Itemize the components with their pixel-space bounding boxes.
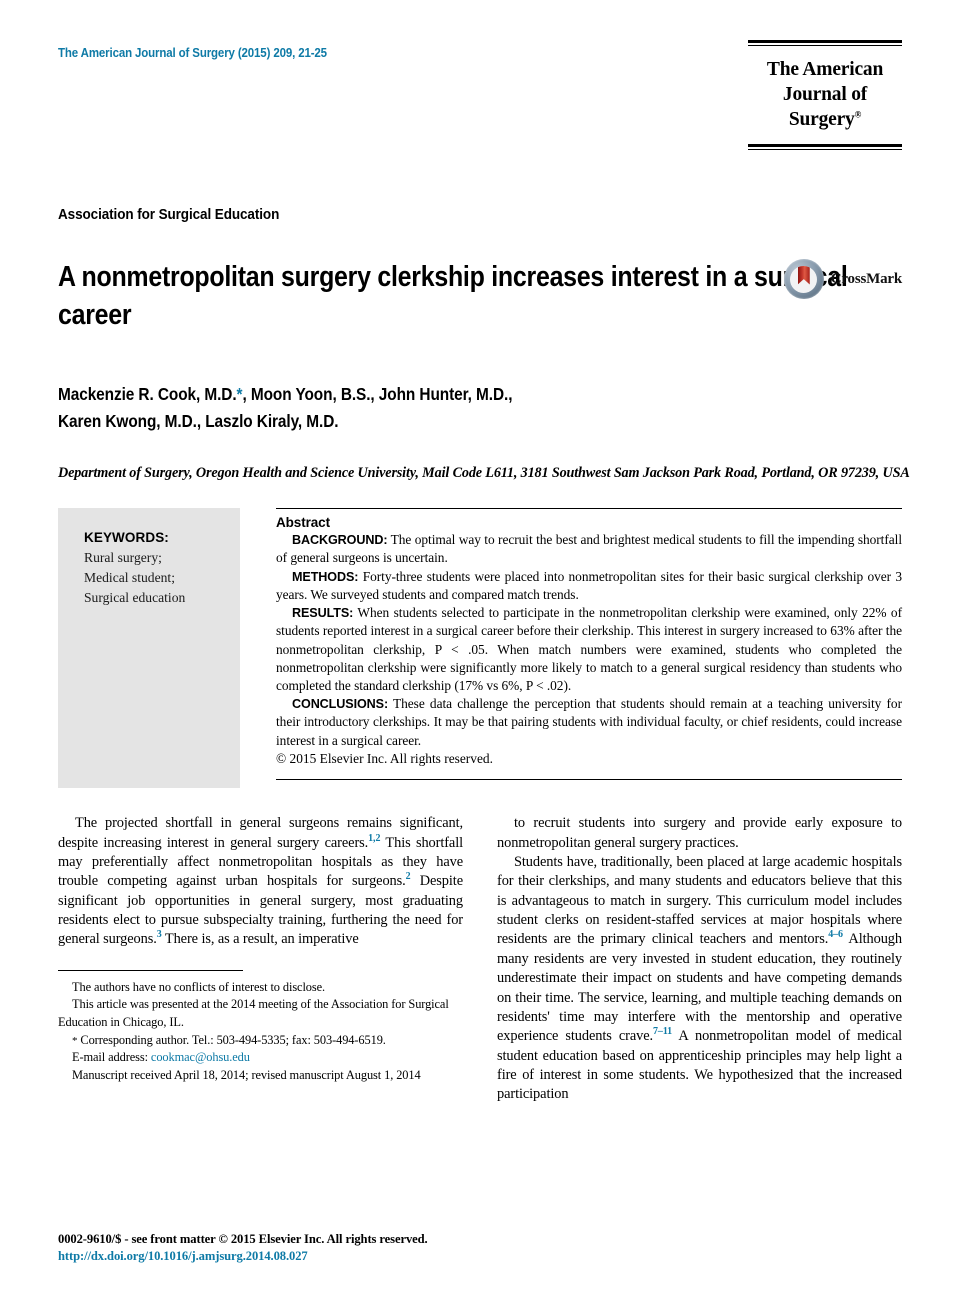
keywords-list: Rural surgery; Medical student; Surgical…	[84, 548, 240, 607]
crossmark-ribbon-icon	[797, 265, 810, 285]
page-title: A nonmetropolitan surgery clerkship incr…	[58, 261, 848, 331]
body-paragraph: The projected shortfall in general surge…	[58, 814, 463, 950]
citation-ref[interactable]: 4–6	[828, 930, 843, 941]
abstract-methods-text: Forty-three students were placed into no…	[276, 568, 902, 602]
page-footer: 0002-9610/$ - see front matter © 2015 El…	[58, 1231, 598, 1266]
footnote-corresponding-text: Corresponding author. Tel.: 503-494-5335…	[77, 1032, 386, 1047]
keyword-item: Rural surgery;	[84, 550, 162, 566]
body-paragraph: Students have, traditionally, been place…	[497, 853, 902, 1105]
author-list: Mackenzie R. Cook, M.D.*, Moon Yoon, B.S…	[58, 381, 897, 434]
logo-line-1: The American	[766, 59, 884, 80]
abstract-results: RESULTS: When students selected to parti…	[276, 604, 902, 695]
author-first: Mackenzie R. Cook, M.D.	[58, 384, 237, 404]
keyword-item: Medical student;	[84, 569, 175, 585]
abstract-copyright: © 2015 Elsevier Inc. All rights reserved…	[276, 750, 493, 766]
journal-logo: The American Journal of Surgery®	[748, 40, 902, 150]
abstract-background-label: BACKGROUND:	[292, 533, 388, 548]
logo-rule-top	[748, 40, 902, 46]
citation-ref[interactable]: 1,2	[368, 833, 380, 844]
abstract-conclusions: CONCLUSIONS: These data challenge the pe…	[276, 695, 902, 750]
doi-link[interactable]: http://dx.doi.org/10.1016/j.amjsurg.2014…	[58, 1248, 598, 1266]
abstract-results-label: RESULTS:	[292, 606, 354, 621]
abstract-results-text: When students selected to participate in…	[276, 605, 902, 693]
masthead: The American Journal of Surgery (2015) 2…	[58, 0, 902, 150]
article-page: The American Journal of Surgery (2015) 2…	[0, 0, 960, 1290]
logo-line-2-text: Journal of Surgery	[782, 83, 868, 130]
journal-reference[interactable]: The American Journal of Surgery (2015) 2…	[58, 46, 327, 60]
authors-rest-line1: , Moon Yoon, B.S., John Hunter, M.D.,	[242, 384, 513, 404]
society-name: Association for Surgical Education	[58, 206, 280, 223]
abstract-methods-label: METHODS:	[292, 569, 359, 584]
keyword-item: Surgical education	[84, 589, 186, 605]
crossmark-badge[interactable]: CrossMark	[783, 259, 902, 299]
email-label: E-mail address:	[72, 1050, 151, 1065]
issn-line: 0002-9610/$ - see front matter © 2015 El…	[58, 1231, 428, 1246]
logo-trademark: ®	[854, 109, 862, 120]
citation-ref[interactable]: 7–11	[653, 1027, 672, 1038]
abstract-column: Abstract BACKGROUND: The optimal way to …	[276, 508, 902, 788]
footnote-presented: This article was presented at the 2014 m…	[58, 997, 449, 1030]
abstract-methods: METHODS: Forty-three students were place…	[276, 568, 902, 604]
abstract-rule-top	[276, 508, 902, 510]
body-area: The projected shortfall in general surge…	[58, 814, 902, 1105]
footnote-divider	[58, 969, 243, 971]
body-paragraph: to recruit students into surgery and pro…	[497, 815, 902, 851]
abstract-conclusions-label: CONCLUSIONS:	[292, 697, 389, 712]
footnote-conflicts: The authors have no conflicts of interes…	[72, 979, 326, 994]
keywords-box: KEYWORDS: Rural surgery; Medical student…	[58, 508, 240, 789]
body-text: There is, as a result, an imperative	[161, 931, 359, 948]
abstract-background: BACKGROUND: The optimal way to recruit t…	[276, 531, 902, 567]
affiliation: Department of Surgery, Oregon Health and…	[58, 465, 910, 482]
body-column-left: The projected shortfall in general surge…	[58, 814, 463, 1105]
logo-rule-bottom	[748, 143, 902, 150]
title-row: A nonmetropolitan surgery clerkship incr…	[58, 259, 902, 349]
abstract-rule-bottom	[276, 779, 902, 781]
footnote-manuscript: Manuscript received April 18, 2014; revi…	[72, 1067, 421, 1082]
crossmark-label: CrossMark	[830, 270, 902, 287]
footnote-corresponding: * Corresponding author. Tel.: 503-494-53…	[58, 1032, 463, 1050]
keywords-heading: KEYWORDS:	[84, 530, 169, 546]
email-link[interactable]: cookmac@ohsu.edu	[151, 1050, 250, 1064]
abstract-heading: Abstract	[276, 515, 330, 531]
footnote-email: E-mail address: cookmac@ohsu.edu	[58, 1049, 463, 1067]
crossmark-icon	[783, 259, 824, 299]
abstract-area: KEYWORDS: Rural surgery; Medical student…	[58, 508, 902, 789]
logo-line-2: Journal of Surgery®	[748, 83, 902, 133]
authors-line2: Karen Kwong, M.D., Laszlo Kiraly, M.D.	[58, 410, 339, 431]
crossmark-icon-inner	[790, 265, 818, 293]
body-column-right: to recruit students into surgery and pro…	[497, 814, 902, 1105]
